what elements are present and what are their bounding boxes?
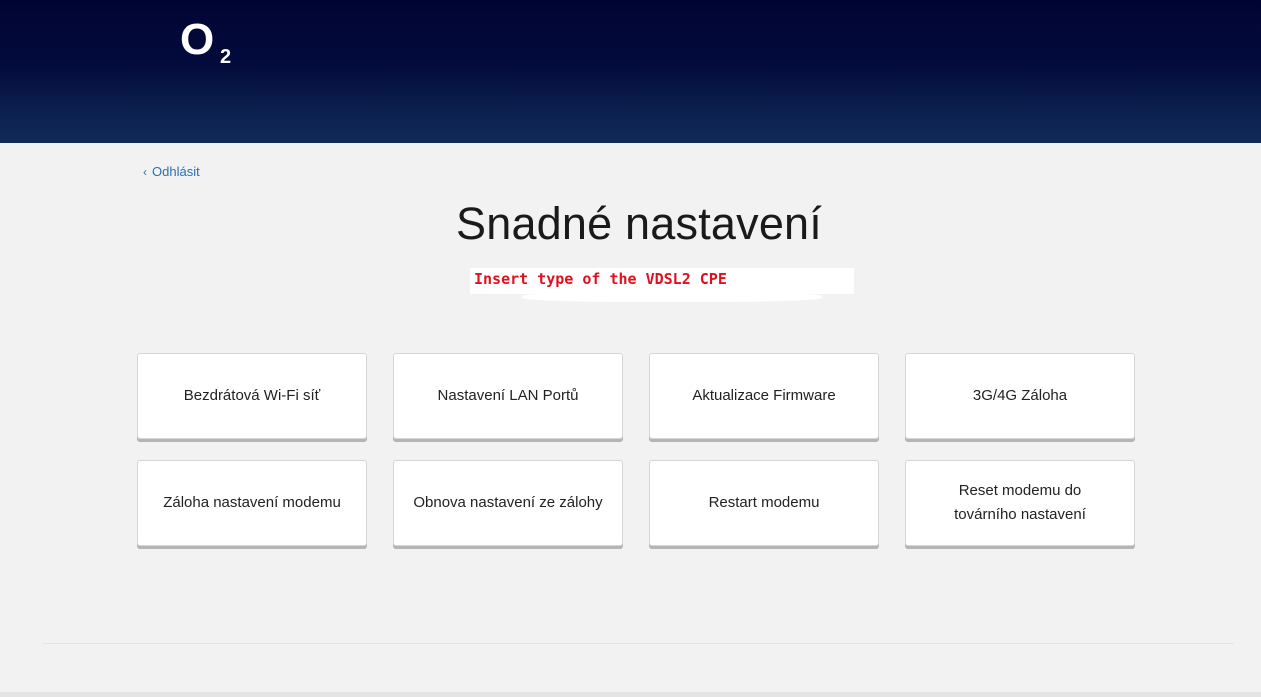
tile-3g4g-backup[interactable]: 3G/4G Záloha xyxy=(905,353,1135,439)
redaction-smudge xyxy=(522,292,822,302)
tile-factory-reset[interactable]: Reset modemu do továrního nastavení xyxy=(905,460,1135,546)
tile-wifi[interactable]: Bezdrátová Wi-Fi síť xyxy=(137,353,367,439)
footer-divider xyxy=(43,643,1234,644)
tile-label: Nastavení LAN Portů xyxy=(437,387,579,404)
logout-link[interactable]: ‹ Odhlásit xyxy=(143,164,200,179)
tile-label: 3G/4G Záloha xyxy=(972,387,1068,404)
tile-label: Restart modemu xyxy=(708,494,820,511)
o2-logo: O 2 xyxy=(180,15,231,68)
tile-modem-backup[interactable]: Záloha nastavení modemu xyxy=(137,460,367,546)
logo-subscript: 2 xyxy=(220,46,231,68)
logo-letter: O xyxy=(180,15,214,64)
tile-restore-backup[interactable]: Obnova nastavení ze zálohy xyxy=(393,460,623,546)
tile-label: Bezdrátová Wi-Fi síť xyxy=(183,387,321,404)
tile-label: Záloha nastavení modemu xyxy=(163,494,341,511)
cpe-type-note: Insert type of the VDSL2 CPE xyxy=(474,270,727,288)
chevron-left-icon: ‹ xyxy=(143,165,147,179)
page-title: Snadné nastavení xyxy=(456,198,822,249)
tile-lan-ports[interactable]: Nastavení LAN Portů xyxy=(393,353,623,439)
logout-label: Odhlásit xyxy=(152,164,200,179)
tile-firmware-update[interactable]: Aktualizace Firmware xyxy=(649,353,879,439)
tile-label: Reset modemu do továrního nastavení xyxy=(954,482,1086,523)
bottom-band xyxy=(0,692,1261,697)
tile-label: Aktualizace Firmware xyxy=(692,387,836,404)
tile-restart-modem[interactable]: Restart modemu xyxy=(649,460,879,546)
tile-label: Obnova nastavení ze zálohy xyxy=(413,494,603,511)
top-header: O 2 xyxy=(0,0,1261,143)
